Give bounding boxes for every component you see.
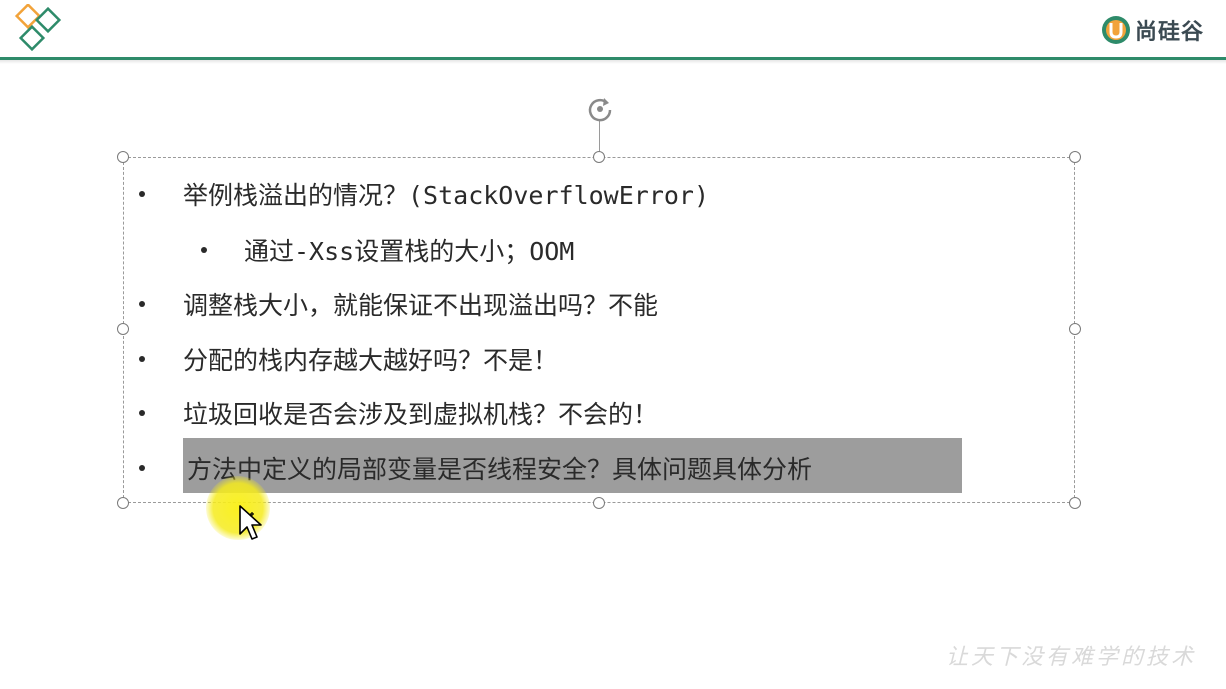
bullet-item-5-selected[interactable]: 方法中定义的局部变量是否线程安全？具体问题具体分析: [187, 448, 812, 488]
bullet-dot: [139, 356, 145, 362]
sub-bullet-dot: [201, 247, 207, 253]
bullet-dot: [139, 301, 145, 307]
bullet-item-2[interactable]: 调整栈大小，就能保证不出现溢出吗？不能: [183, 284, 658, 324]
watermark-slogan: 让天下没有难学的技术: [945, 645, 1196, 670]
brand-name: 尚硅谷: [1134, 20, 1204, 45]
bullet-item-1[interactable]: 举例栈溢出的情况？(StackOverflowError): [183, 174, 709, 214]
slide-canvas: 尚硅谷 举例栈溢出的情况？(StackOverflowError) 通过-Xss…: [0, 0, 1226, 689]
brand-badge-icon: [1101, 16, 1130, 44]
mouse-pointer-icon: [239, 505, 262, 540]
resize-handle-top-center[interactable]: [593, 151, 605, 163]
resize-handle-bottom-left[interactable]: [117, 497, 129, 509]
resize-handle-bottom-right[interactable]: [1069, 497, 1081, 509]
sub-bullet-item-1[interactable]: 通过-Xss设置栈的大小；OOM: [244, 230, 574, 270]
resize-handle-middle-right[interactable]: [1069, 323, 1081, 335]
resize-handle-bottom-center[interactable]: [593, 497, 605, 509]
bullet-dot: [139, 191, 145, 197]
brand-logo: 尚硅谷: [1101, 14, 1204, 46]
bullet-dot: [139, 410, 145, 416]
slide-header: [0, 0, 1226, 58]
bullet-item-3[interactable]: 分配的栈内存越大越好吗？不是！: [183, 339, 558, 379]
resize-handle-top-right[interactable]: [1069, 151, 1081, 163]
rotate-handle-icon[interactable]: [585, 94, 615, 124]
bullet-item-4[interactable]: 垃圾回收是否会涉及到虚拟机栈？不会的！: [183, 393, 658, 433]
bullet-dot: [139, 465, 145, 471]
header-shadow: [0, 60, 1226, 64]
resize-handle-top-left[interactable]: [117, 151, 129, 163]
resize-handle-middle-left[interactable]: [117, 323, 129, 335]
diamond-logo-icon: [14, 4, 62, 52]
